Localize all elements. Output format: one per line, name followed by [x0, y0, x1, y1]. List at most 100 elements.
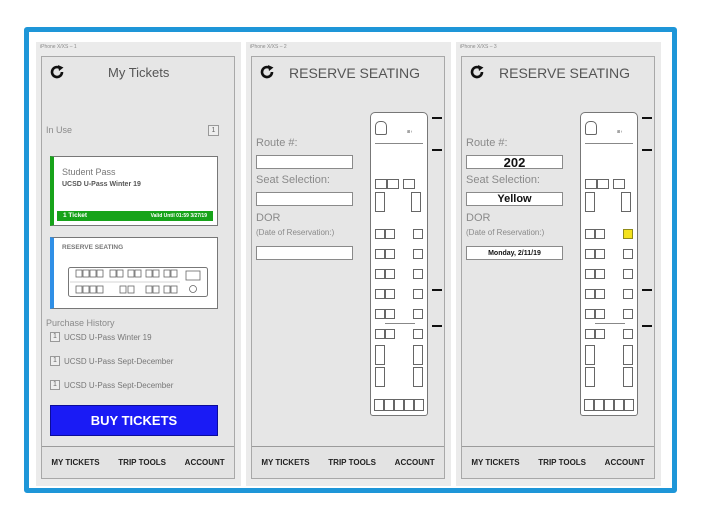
student-pass-card[interactable]: Student Pass UCSD U-Pass Winter 19 1 Tic… — [50, 156, 218, 226]
seat[interactable] — [413, 229, 423, 239]
seat[interactable] — [624, 399, 634, 411]
seat[interactable] — [413, 289, 423, 299]
nav-trip-tools[interactable]: TRIP TOOLS — [538, 458, 586, 467]
seat[interactable] — [413, 309, 423, 319]
seat[interactable] — [385, 289, 395, 299]
pass-subtitle: UCSD U-Pass Winter 19 — [62, 181, 141, 188]
history-label: UCSD U-Pass Sept-December — [64, 356, 174, 366]
seat[interactable] — [594, 399, 604, 411]
seat[interactable] — [414, 399, 424, 411]
seat[interactable] — [623, 309, 633, 319]
refresh-icon[interactable] — [469, 64, 485, 80]
history-item[interactable]: 1 UCSD U-Pass Sept-December — [50, 380, 173, 390]
seat[interactable] — [411, 192, 421, 212]
nav-trip-tools[interactable]: TRIP TOOLS — [118, 458, 166, 467]
seat[interactable] — [614, 399, 624, 411]
seat[interactable] — [375, 309, 385, 319]
seat[interactable] — [623, 329, 633, 339]
seat[interactable] — [375, 345, 385, 365]
route-input[interactable]: 202 — [466, 155, 563, 169]
date-input[interactable] — [256, 246, 353, 260]
seat-selection-input[interactable] — [256, 192, 353, 206]
seat[interactable] — [585, 367, 595, 387]
bus-divider — [375, 143, 423, 144]
seat[interactable] — [413, 367, 423, 387]
seat[interactable] — [375, 367, 385, 387]
seat[interactable] — [584, 399, 594, 411]
door-marker — [642, 117, 652, 119]
seat[interactable] — [387, 179, 399, 189]
refresh-icon[interactable] — [49, 64, 65, 80]
seat[interactable] — [585, 329, 595, 339]
seat[interactable] — [374, 399, 384, 411]
seat[interactable] — [585, 179, 597, 189]
seat[interactable] — [597, 179, 609, 189]
route-input[interactable] — [256, 155, 353, 169]
seat[interactable] — [375, 192, 385, 212]
nav-account[interactable]: ACCOUNT — [395, 458, 435, 467]
history-item[interactable]: 1 UCSD U-Pass Winter 19 — [50, 332, 152, 342]
seat[interactable] — [585, 345, 595, 365]
seat[interactable] — [385, 329, 395, 339]
seat[interactable] — [595, 269, 605, 279]
seat[interactable] — [595, 249, 605, 259]
seat[interactable] — [413, 269, 423, 279]
seat[interactable] — [413, 249, 423, 259]
seat[interactable] — [595, 329, 605, 339]
seat[interactable] — [623, 249, 633, 259]
seat[interactable] — [385, 249, 395, 259]
seat[interactable] — [585, 229, 595, 239]
seat[interactable] — [595, 229, 605, 239]
seat[interactable] — [623, 367, 633, 387]
nav-my-tickets[interactable]: MY TICKETS — [51, 458, 99, 467]
bus-seat-map: ⊞↑ — [580, 112, 638, 416]
seat[interactable] — [604, 399, 614, 411]
seat[interactable] — [385, 229, 395, 239]
seat[interactable] — [375, 289, 385, 299]
selected-seat[interactable] — [623, 229, 633, 239]
seat[interactable] — [403, 179, 415, 189]
door-marker — [642, 149, 652, 151]
seat[interactable] — [375, 269, 385, 279]
seat[interactable] — [375, 229, 385, 239]
seat-selection-input[interactable]: Yellow — [466, 192, 563, 206]
seat[interactable] — [623, 345, 633, 365]
nav-account[interactable]: ACCOUNT — [605, 458, 645, 467]
nav-trip-tools[interactable]: TRIP TOOLS — [328, 458, 376, 467]
reserve-seating-card[interactable]: RESERVE SEATING — [50, 237, 218, 309]
seat[interactable] — [595, 289, 605, 299]
seat[interactable] — [585, 192, 595, 212]
seat[interactable] — [623, 289, 633, 299]
nav-my-tickets[interactable]: MY TICKETS — [261, 458, 309, 467]
date-input[interactable]: Monday, 2/11/19 — [466, 246, 563, 260]
seat[interactable] — [375, 179, 387, 189]
phone-screen-my-tickets: My Tickets In Use 1 Student Pass UCSD U-… — [41, 56, 235, 479]
buy-tickets-button[interactable]: BUY TICKETS — [50, 405, 218, 436]
seat[interactable] — [375, 249, 385, 259]
seat[interactable] — [413, 329, 423, 339]
seat[interactable] — [375, 329, 385, 339]
phone-screen-reserve-filled: RESERVE SEATING Route #: 202 Seat Select… — [461, 56, 655, 479]
nav-my-tickets[interactable]: MY TICKETS — [471, 458, 519, 467]
seat[interactable] — [585, 309, 595, 319]
phone-screen-reserve-empty: RESERVE SEATING Route #: Seat Selection:… — [251, 56, 445, 479]
seat[interactable] — [613, 179, 625, 189]
seat[interactable] — [385, 309, 395, 319]
seat[interactable] — [595, 309, 605, 319]
ticket-count: 1 Ticket — [63, 212, 88, 219]
refresh-icon[interactable] — [259, 64, 275, 80]
nav-account[interactable]: ACCOUNT — [185, 458, 225, 467]
seat[interactable] — [394, 399, 404, 411]
history-item[interactable]: 1 UCSD U-Pass Sept-December — [50, 356, 173, 366]
seat[interactable] — [413, 345, 423, 365]
seat[interactable] — [384, 399, 394, 411]
seat[interactable] — [404, 399, 414, 411]
seat[interactable] — [585, 249, 595, 259]
seat[interactable] — [385, 269, 395, 279]
seat[interactable] — [585, 269, 595, 279]
seat[interactable] — [585, 289, 595, 299]
seat[interactable] — [621, 192, 631, 212]
pass-title: Student Pass — [62, 167, 116, 177]
seat[interactable] — [623, 269, 633, 279]
purchase-history-label: Purchase History — [46, 318, 115, 328]
